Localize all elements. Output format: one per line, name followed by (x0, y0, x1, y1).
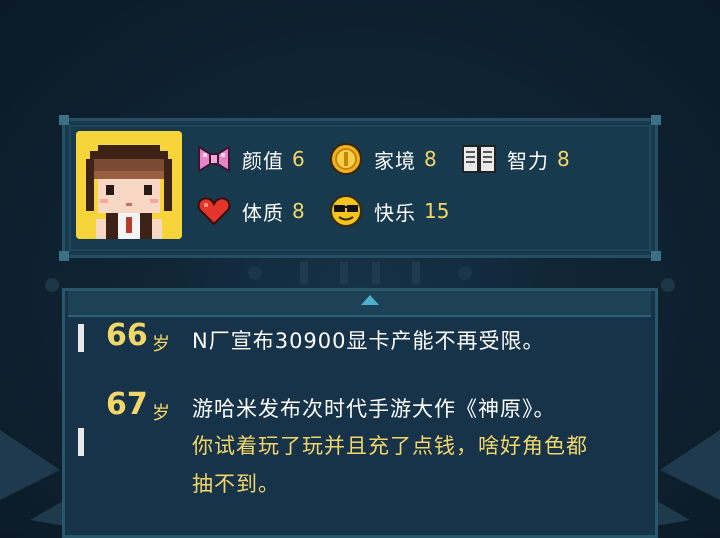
stat-label: 体质 (242, 200, 284, 225)
stat-value: 8 (557, 147, 570, 171)
stat-appearance: 颜值 6 (196, 141, 305, 177)
card-corner (59, 115, 69, 125)
stat-value: 8 (292, 199, 305, 223)
entry-age-unit: 岁 (152, 403, 170, 424)
log-scroll-header[interactable] (68, 291, 651, 317)
stat-constitution: 体质 8 (196, 193, 305, 229)
stat-label: 快乐 (374, 200, 416, 225)
ribbon-icon (196, 141, 232, 177)
stat-label: 颜值 (242, 148, 284, 173)
entry-marker (78, 428, 84, 456)
character-portrait (76, 131, 182, 239)
stat-value: 8 (424, 147, 437, 171)
entry-text: 抽不到。 (192, 472, 280, 496)
entry-age: 67 (106, 387, 148, 422)
avatar (76, 131, 182, 239)
stat-value: 6 (292, 147, 305, 171)
stat-label: 家境 (374, 148, 416, 173)
entry-age-unit: 岁 (152, 334, 170, 355)
entry-text: N厂宣布30900显卡产能不再受限。 (192, 329, 545, 353)
stat-happiness: 快乐 15 (328, 193, 449, 229)
card-corner (59, 251, 69, 261)
stat-value: 15 (424, 199, 450, 223)
card-corner (651, 251, 661, 261)
entry-age: 66 (106, 318, 148, 353)
entry-text: 你试着玩了玩并且充了点钱，啥好角色都 (192, 434, 588, 458)
sunglasses-smiley-icon (328, 193, 364, 229)
stat-label: 智力 (507, 148, 549, 173)
book-icon (461, 141, 497, 177)
entry-marker (78, 324, 84, 352)
entry-text: 游哈米发布次时代手游大作《神原》。 (192, 397, 556, 421)
scroll-up-arrow-icon[interactable] (361, 295, 379, 305)
heart-icon (196, 193, 232, 229)
stat-intelligence: 智力 8 (461, 141, 570, 177)
gold-coin-icon (328, 141, 364, 177)
stat-family: 家境 8 (328, 141, 437, 177)
card-corner (651, 115, 661, 125)
